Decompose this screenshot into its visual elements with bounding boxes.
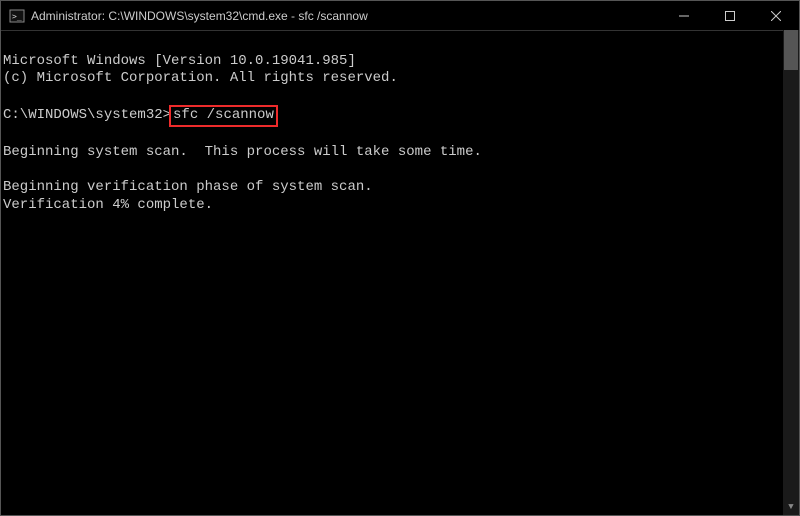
verification-phase-line: Beginning verification phase of system s… xyxy=(3,179,373,195)
command-highlight: sfc /scannow xyxy=(169,105,278,127)
close-button[interactable] xyxy=(753,1,799,30)
copyright-line: (c) Microsoft Corporation. All rights re… xyxy=(3,70,398,86)
cmd-icon: >_ xyxy=(9,8,25,24)
verification-progress-line: Verification 4% complete. xyxy=(3,197,213,213)
command-text: sfc /scannow xyxy=(173,107,274,123)
maximize-button[interactable] xyxy=(707,1,753,30)
minimize-button[interactable] xyxy=(661,1,707,30)
scan-begin-line: Beginning system scan. This process will… xyxy=(3,144,482,160)
prompt-text: C:\WINDOWS\system32> xyxy=(3,107,171,123)
svg-text:>_: >_ xyxy=(12,12,22,21)
cmd-window: >_ Administrator: C:\WINDOWS\system32\cm… xyxy=(0,0,800,516)
terminal-output[interactable]: Microsoft Windows [Version 10.0.19041.98… xyxy=(1,31,799,515)
vertical-scrollbar[interactable]: ▲ ▼ xyxy=(783,30,799,515)
prompt-line: C:\WINDOWS\system32>sfc /scannow xyxy=(3,107,278,123)
window-controls xyxy=(661,1,799,30)
scroll-thumb[interactable] xyxy=(784,30,798,70)
scroll-down-arrow-icon[interactable]: ▼ xyxy=(783,499,799,515)
titlebar[interactable]: >_ Administrator: C:\WINDOWS\system32\cm… xyxy=(1,1,799,31)
window-title: Administrator: C:\WINDOWS\system32\cmd.e… xyxy=(31,9,661,23)
version-line: Microsoft Windows [Version 10.0.19041.98… xyxy=(3,53,356,69)
